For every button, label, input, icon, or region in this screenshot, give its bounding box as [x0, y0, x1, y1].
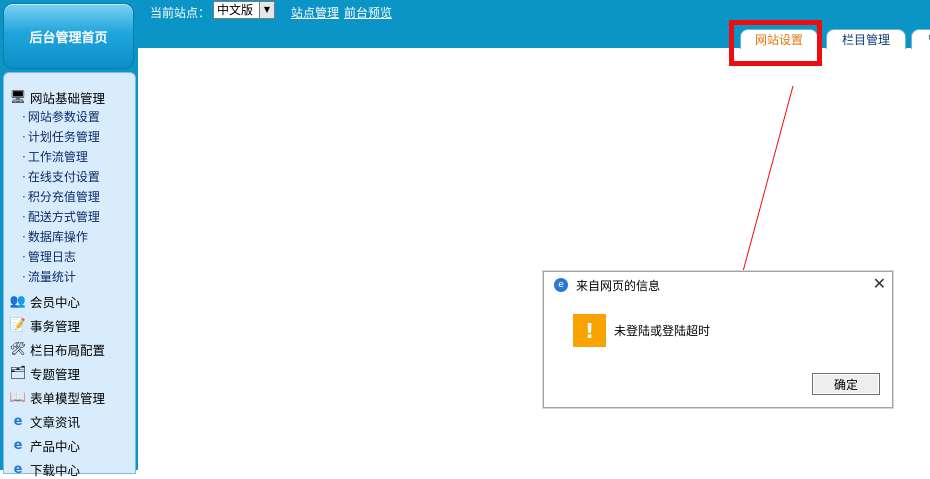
site-select-value: 中文版	[217, 3, 254, 17]
notepad-icon: 📝	[9, 317, 27, 333]
ie-icon: e	[13, 437, 23, 453]
menu-head-layout[interactable]: 🛠 栏目布局配置	[10, 339, 105, 359]
tab-column-manage[interactable]: 栏目管理	[826, 29, 906, 49]
chevron-down-icon: ▼	[259, 2, 274, 18]
sidebar: 后台管理首页 🖥 网站基础管理 · 网站参数设置 · 计划任务管理 · 工作流管理 ·…	[0, 0, 138, 478]
menu-head-label: 网站基础管理	[30, 90, 106, 106]
menu-group-forms: 📖 表单模型管理	[10, 387, 105, 407]
warning-icon: !	[573, 314, 606, 347]
menu-head-member[interactable]: 👥 会员中心	[10, 291, 80, 311]
menu-head-forms[interactable]: 📖 表单模型管理	[10, 387, 105, 407]
menu-head-affairs[interactable]: 📝 事务管理	[10, 315, 80, 335]
menu-head-downloads[interactable]: e 下载中心	[10, 459, 80, 479]
dialog-titlebar: e 来自网页的信息 ✕	[544, 272, 892, 298]
computer-icon: 🖥	[9, 89, 27, 105]
sidebar-item-site-params[interactable]: · 网站参数设置	[10, 107, 105, 127]
ok-button[interactable]: 确定	[812, 373, 880, 395]
frontend-preview-link[interactable]: 前台预览	[344, 4, 392, 21]
annotation-highlight-box	[729, 20, 822, 66]
menu-group-site-basic: 🖥 网站基础管理 · 网站参数设置 · 计划任务管理 · 工作流管理 · 在线支付设置 …	[10, 87, 105, 287]
admin-home-button[interactable]: 后台管理首页	[3, 3, 134, 69]
menu-head-products[interactable]: e 产品中心	[10, 435, 80, 455]
ie-icon: e	[554, 278, 568, 292]
close-icon[interactable]: ✕	[873, 274, 886, 293]
book-icon: 📖	[9, 389, 27, 405]
dialog-message: 未登陆或登陆超时	[614, 324, 711, 338]
ie-icon: e	[13, 413, 23, 429]
site-manage-link[interactable]: 站点管理	[291, 4, 339, 21]
menu-head-topics[interactable]: 🗂 专题管理	[10, 363, 80, 383]
message-dialog: e 来自网页的信息 ✕ ! 未登陆或登陆超时 确定	[543, 271, 893, 408]
tools-icon: 🛠	[9, 341, 27, 357]
dialog-title: 来自网页的信息	[576, 279, 661, 293]
menu-group-topics: 🗂 专题管理	[10, 363, 80, 383]
sidebar-item-scheduled-tasks[interactable]: · 计划任务管理	[10, 127, 105, 147]
sidebar-item-traffic-stats[interactable]: · 流量统计	[10, 267, 105, 287]
users-icon: 👥	[9, 293, 27, 309]
sidebar-item-admin-log[interactable]: · 管理日志	[10, 247, 105, 267]
site-select[interactable]: 中文版 ▼	[213, 1, 275, 19]
tab-manage-partial[interactable]: 管	[911, 29, 930, 49]
sidebar-item-database[interactable]: · 数据库操作	[10, 227, 105, 247]
site-label: 当前站点：	[150, 6, 211, 20]
sidebar-item-delivery-methods[interactable]: · 配送方式管理	[10, 207, 105, 227]
sidebar-item-points-recharge[interactable]: · 积分充值管理	[10, 187, 105, 207]
ie-icon: e	[13, 461, 23, 477]
menu-group-member: 👥 会员中心	[10, 291, 80, 311]
sidebar-menu: 🖥 网站基础管理 · 网站参数设置 · 计划任务管理 · 工作流管理 · 在线支付设置 …	[3, 72, 136, 478]
menu-group-downloads: e 下载中心	[10, 459, 80, 479]
menu-head-articles[interactable]: e 文章资讯	[10, 411, 80, 431]
menu-group-products: e 产品中心	[10, 435, 80, 455]
menu-group-layout: 🛠 栏目布局配置	[10, 339, 105, 359]
menu-head-site-basic[interactable]: 🖥 网站基础管理	[10, 87, 105, 107]
sidebar-item-workflow[interactable]: · 工作流管理	[10, 147, 105, 167]
tree-icon: 🗂	[9, 365, 27, 381]
menu-group-affairs: 📝 事务管理	[10, 315, 80, 335]
menu-group-articles: e 文章资讯	[10, 411, 80, 431]
sidebar-item-online-payment[interactable]: · 在线支付设置	[10, 167, 105, 187]
